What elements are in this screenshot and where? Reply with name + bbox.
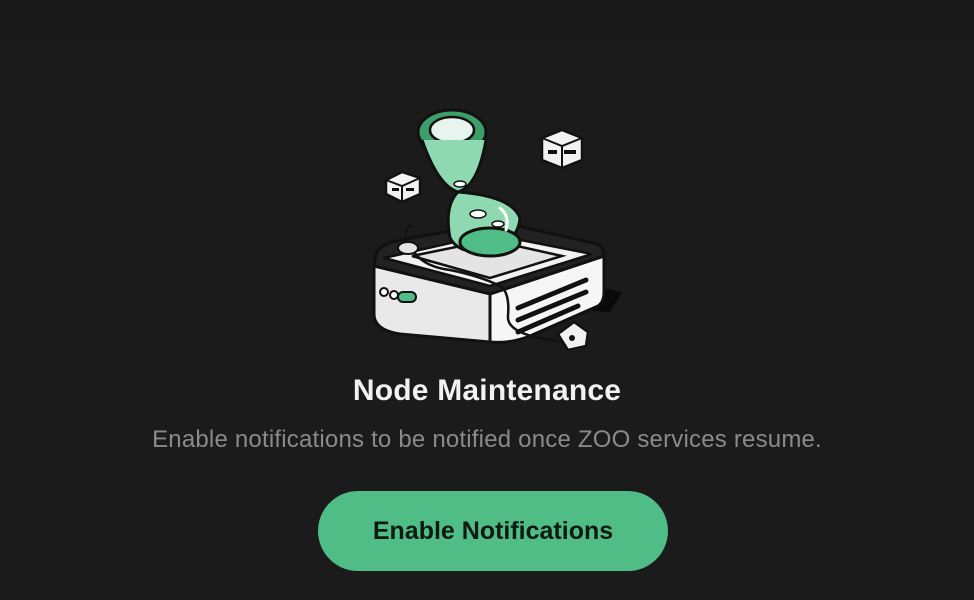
top-bar — [0, 0, 974, 40]
status-message: Enable notifications to be notified once… — [152, 426, 822, 453]
enable-notifications-button[interactable]: Enable Notifications — [318, 491, 668, 571]
page-title: Node Maintenance — [352, 374, 622, 407]
maintenance-screen: Node Maintenance Enable notifications to… — [0, 0, 974, 600]
node-maintenance-illustration — [372, 108, 622, 352]
